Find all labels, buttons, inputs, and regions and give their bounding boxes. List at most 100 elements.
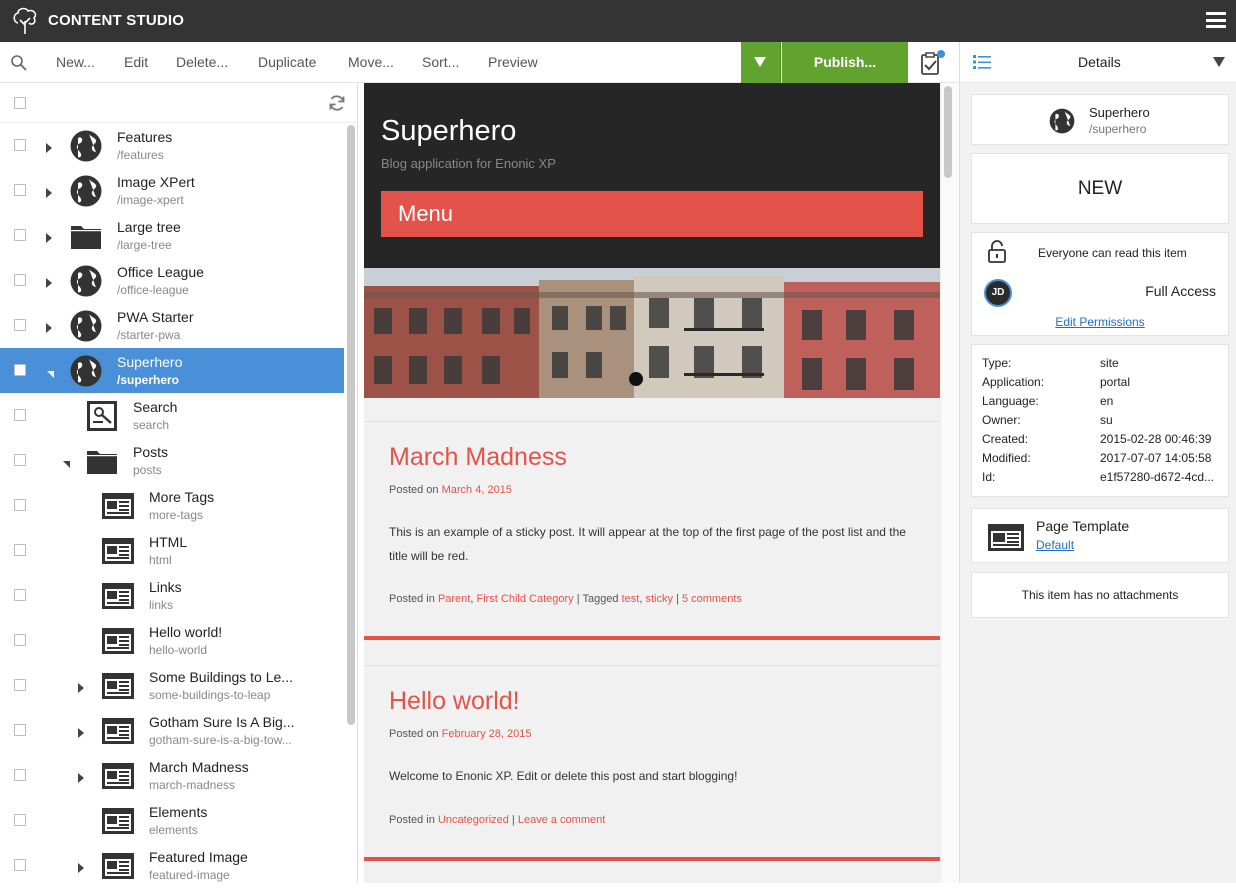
row-checkbox[interactable] [14, 229, 26, 241]
row-checkbox[interactable] [14, 184, 26, 196]
row-checkbox[interactable] [14, 319, 26, 331]
site-header: Superhero Blog application for Enonic XP… [364, 83, 940, 268]
row-checkbox[interactable] [14, 679, 26, 691]
app-header: CONTENT STUDIO [0, 0, 1236, 42]
row-checkbox[interactable] [14, 544, 26, 556]
action-toolbar: New... Edit Delete... Duplicate Move... … [0, 42, 958, 83]
chevron-down-icon[interactable] [1213, 57, 1225, 67]
row-checkbox[interactable] [14, 724, 26, 736]
tree-row[interactable]: More Tags more-tags [0, 483, 344, 528]
row-checkbox[interactable] [14, 634, 26, 646]
tree-row[interactable]: Large tree/large-tree [0, 213, 344, 258]
post-meta: Posted in Parent, First Child Category |… [389, 593, 742, 605]
post-date-link[interactable]: March 4, 2015 [442, 484, 512, 496]
tree-row[interactable]: Hello world! hello-world [0, 618, 344, 663]
tree-item-name: Search [133, 399, 178, 415]
tree-item-name: HTML [149, 534, 188, 550]
tree-item-name: Elements [149, 804, 208, 820]
tree-item-path: links [149, 598, 174, 612]
expand-arrow-icon[interactable] [45, 230, 53, 243]
category-link[interactable]: Uncategorized [438, 814, 509, 826]
access-everyone-text: Everyone can read this item [1038, 246, 1187, 260]
list-view-icon[interactable] [973, 54, 991, 70]
tree-row[interactable]: Featured Image featured-image [0, 843, 344, 888]
tasks-checklist-icon[interactable] [918, 50, 946, 76]
expand-arrow-icon[interactable] [77, 725, 85, 738]
content-tree-panel: Features/features Image XPert/image-xpert… [0, 83, 358, 883]
row-checkbox[interactable] [14, 499, 26, 511]
tree-item-path: /starter-pwa [117, 328, 181, 342]
post-title[interactable]: March Madness [389, 443, 567, 472]
select-all-checkbox[interactable] [14, 97, 26, 109]
publish-dropdown-button[interactable] [741, 42, 781, 83]
row-checkbox[interactable] [14, 409, 26, 421]
move-button[interactable]: Move... [348, 54, 394, 70]
expand-arrow-icon[interactable] [77, 770, 85, 783]
comments-link[interactable]: Leave a comment [518, 814, 605, 826]
row-checkbox[interactable] [14, 454, 26, 466]
tree-row[interactable]: PWA Starter/starter-pwa [0, 303, 344, 348]
search-icon[interactable] [10, 54, 28, 72]
preview-button[interactable]: Preview [488, 54, 538, 70]
sort-button[interactable]: Sort... [422, 54, 459, 70]
category-link[interactable]: Parent [438, 593, 470, 605]
publish-button[interactable]: Publish... [782, 42, 908, 83]
tree-row[interactable]: Links links [0, 573, 344, 618]
tree-row[interactable]: Features/features [0, 123, 344, 168]
edit-permissions-link[interactable]: Edit Permissions [972, 315, 1228, 329]
tree-row[interactable]: Some Buildings to Le... some-buildings-to… [0, 663, 344, 708]
expand-arrow-icon[interactable] [45, 140, 53, 153]
tree-row[interactable]: Gotham Sure Is A Big... gotham-sure-is-a-… [0, 708, 344, 753]
expand-arrow-icon[interactable] [45, 185, 53, 198]
tree-row[interactable]: HTML html [0, 528, 344, 573]
tree-row[interactable]: Office League/office-league [0, 258, 344, 303]
delete-button[interactable]: Delete... [176, 54, 228, 70]
tree-row[interactable]: Posts posts [0, 438, 344, 483]
tag-link[interactable]: test [622, 593, 640, 605]
tree-row[interactable]: Superhero/superhero [0, 348, 344, 393]
row-checkbox[interactable] [14, 274, 26, 286]
row-checkbox[interactable] [14, 139, 26, 151]
edit-button[interactable]: Edit [124, 54, 148, 70]
duplicate-button[interactable]: Duplicate [258, 54, 316, 70]
row-checkbox[interactable] [14, 859, 26, 871]
property-value: 2017-07-07 14:05:58 [1100, 451, 1212, 465]
post-divider [364, 636, 940, 640]
attachments-card: This item has no attachments [971, 572, 1229, 618]
tree-item-name: Gotham Sure Is A Big... [149, 714, 295, 730]
collapse-arrow-icon[interactable] [45, 365, 54, 378]
tree-row[interactable]: Elements elements [0, 798, 344, 843]
page-template-icon [988, 524, 1024, 551]
carousel-dot[interactable] [629, 372, 643, 386]
tag-link[interactable]: sticky [645, 593, 673, 605]
site-title[interactable]: Superhero [381, 115, 516, 148]
article-icon [101, 579, 135, 613]
tree-row[interactable]: Search search [0, 393, 344, 438]
tree-scrollbar[interactable] [347, 125, 355, 725]
page-template-link[interactable]: Default [1036, 538, 1074, 552]
expand-arrow-icon[interactable] [77, 680, 85, 693]
enonic-tree-logo[interactable] [12, 7, 38, 35]
category-link[interactable]: First Child Category [476, 593, 573, 605]
post-title[interactable]: Hello world! [389, 687, 520, 716]
tree-item-name: Image XPert [117, 174, 195, 190]
tree-row[interactable]: Image XPert/image-xpert [0, 168, 344, 213]
tree-row[interactable]: March Madness march-madness [0, 753, 344, 798]
row-checkbox[interactable] [14, 589, 26, 601]
comments-link[interactable]: 5 comments [682, 593, 742, 605]
post-date-link[interactable]: February 28, 2015 [442, 728, 532, 740]
preview-scroll-track [940, 83, 958, 883]
expand-arrow-icon[interactable] [45, 275, 53, 288]
post-excerpt: This is an example of a sticky post. It … [389, 525, 906, 563]
row-checkbox[interactable] [14, 364, 26, 376]
menu-hamburger-icon[interactable] [1206, 12, 1226, 28]
site-menu-button[interactable]: Menu [381, 191, 923, 237]
refresh-icon[interactable] [328, 94, 346, 112]
preview-scrollbar[interactable] [944, 86, 952, 178]
new-button[interactable]: New... [56, 54, 95, 70]
row-checkbox[interactable] [14, 814, 26, 826]
expand-arrow-icon[interactable] [45, 320, 53, 333]
expand-arrow-icon[interactable] [77, 860, 85, 873]
row-checkbox[interactable] [14, 769, 26, 781]
collapse-arrow-icon[interactable] [61, 455, 70, 468]
